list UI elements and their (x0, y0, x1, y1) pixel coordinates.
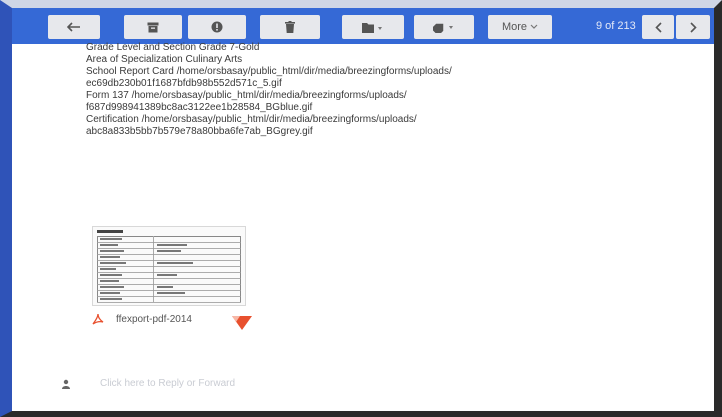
pdf-icon (92, 313, 104, 325)
report-spam-button[interactable] (188, 15, 246, 39)
back-arrow-icon (67, 22, 80, 32)
chevron-down-icon (530, 24, 538, 29)
archive-button[interactable] (124, 15, 182, 39)
message-counter: 9 of 213 (596, 20, 636, 32)
body-line: ec69db230b01f1687bfdb98b552d571c_5.gif (86, 78, 282, 89)
back-button[interactable] (48, 15, 100, 39)
move-to-button[interactable] (342, 15, 404, 39)
attachment-thumbnail[interactable] (92, 226, 246, 306)
more-label: More (501, 21, 528, 33)
reply-bar[interactable]: Click here to Reply or Forward (62, 378, 235, 389)
labels-button[interactable] (414, 15, 474, 39)
chevron-right-icon (689, 21, 697, 33)
reply-prompt: Click here to Reply or Forward (100, 378, 236, 389)
body-line: Area of Specialization Culinary Arts (86, 54, 243, 65)
archive-icon (147, 22, 159, 32)
attachment-row[interactable]: ffexport-pdf-2014 (92, 309, 252, 329)
more-button[interactable]: More (488, 15, 552, 39)
document-preview-icon (97, 230, 241, 303)
body-line: Grade Level and Section Grade 7-Gold (86, 42, 260, 53)
toolbar: More 9 of 213 (12, 8, 714, 44)
folder-icon (362, 22, 382, 33)
avatar-icon (62, 379, 70, 389)
body-line: School Report Card /home/orsbasay/public… (86, 66, 452, 77)
tag-icon (433, 23, 453, 33)
chevron-left-icon (654, 21, 662, 33)
body-line: Form 137 /home/orsbasay/public_html/dir/… (86, 90, 407, 101)
email-body: Grade Level and Section Grade 7-Gold Are… (86, 42, 626, 138)
newer-button[interactable] (642, 15, 674, 39)
older-button[interactable] (676, 15, 710, 39)
body-line: f687d998941389bc8ac3122ee1b28584_BGblue.… (86, 102, 313, 113)
attachment-filename: ffexport-pdf-2014 (116, 313, 192, 325)
body-line: Certification /home/orsbasay/public_html… (86, 114, 417, 125)
trash-icon (285, 21, 295, 33)
spam-icon (211, 21, 223, 33)
delete-button[interactable] (260, 15, 320, 39)
pdf-badge-icon (232, 316, 252, 330)
body-line: abc8a833b5bb7b579e78a80bba6fe7ab_BGgrey.… (86, 126, 313, 137)
